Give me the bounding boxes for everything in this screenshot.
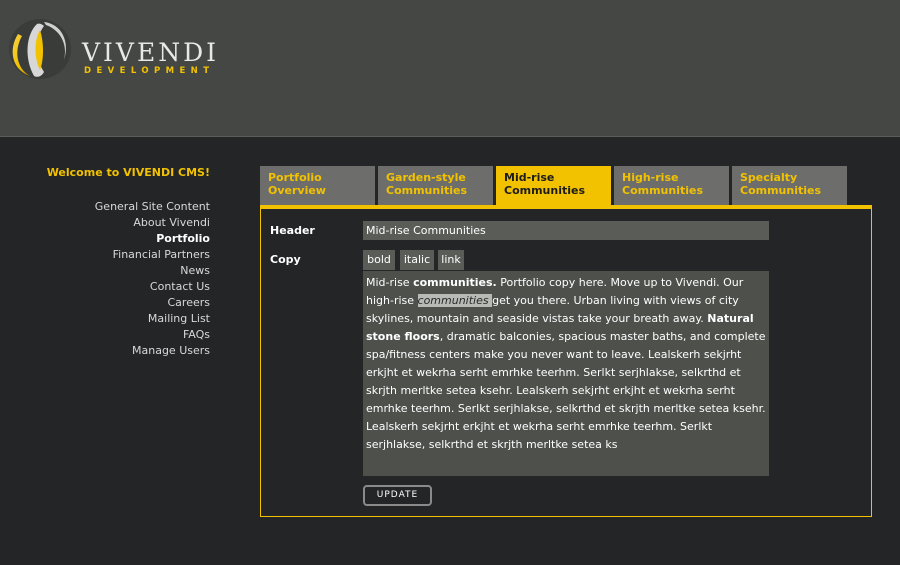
content-edit-panel: Header Copy bold italic link Mid-rise co… — [260, 205, 872, 517]
tab-garden-style-communities[interactable]: Garden-style Communities — [378, 166, 493, 206]
copy-text: , dramatic balconies, spacious master ba… — [366, 330, 766, 451]
brand-tagline: DEVELOPMENT — [84, 66, 215, 76]
tab-label-line2: Communities — [386, 184, 468, 197]
sidebar-item-about-vivendi[interactable]: About Vivendi — [20, 215, 210, 231]
welcome-message: Welcome to VIVENDI CMS! — [46, 166, 210, 179]
tab-label-line2: Communities — [740, 184, 822, 197]
tab-label-line2: Communities — [504, 184, 586, 197]
tab-specialty-communities[interactable]: Specialty Communities — [732, 166, 847, 206]
tab-portfolio-overview[interactable]: Portfolio Overview — [260, 166, 375, 206]
sidebar-item-news[interactable]: News — [20, 263, 210, 279]
tab-label-line1: Portfolio — [268, 171, 322, 184]
header-input[interactable] — [363, 221, 769, 240]
italic-button[interactable]: italic — [400, 250, 434, 270]
sidebar-item-faqs[interactable]: FAQs — [20, 327, 210, 343]
sidebar-item-contact-us[interactable]: Contact Us — [20, 279, 210, 295]
copy-text: Mid-rise — [366, 276, 414, 289]
sidebar-item-manage-users[interactable]: Manage Users — [20, 343, 210, 359]
copy-italic-selected-text: communities — [417, 294, 493, 307]
bold-button[interactable]: bold — [363, 250, 395, 270]
tab-label-line2: Communities — [622, 184, 704, 197]
update-button[interactable]: UPDATE — [363, 485, 432, 506]
vivendi-swirl-logo-icon — [9, 19, 71, 79]
tab-mid-rise-communities[interactable]: Mid-rise Communities — [496, 166, 611, 206]
tab-label-line1: High-rise — [622, 171, 679, 184]
top-header-bar: VIVENDI DEVELOPMENT — [0, 0, 900, 137]
copy-textarea[interactable]: Mid-rise communities. Portfolio copy her… — [363, 271, 769, 476]
brand-logo[interactable]: VIVENDI DEVELOPMENT — [4, 16, 216, 82]
copy-field-label: Copy — [270, 253, 301, 266]
tab-label-line1: Garden-style — [386, 171, 466, 184]
sidebar-item-financial-partners[interactable]: Financial Partners — [20, 247, 210, 263]
sidebar-item-careers[interactable]: Careers — [20, 295, 211, 311]
link-button[interactable]: link — [438, 250, 464, 270]
sidebar-item-general-site-content[interactable]: General Site Content — [20, 199, 210, 215]
tab-label-line1: Specialty — [740, 171, 798, 184]
tab-label-line2: Overview — [268, 184, 326, 197]
brand-name: VIVENDI — [82, 38, 220, 67]
sidebar-item-portfolio[interactable]: Portfolio — [20, 231, 210, 247]
tab-high-rise-communities[interactable]: High-rise Communities — [614, 166, 729, 206]
sidebar-nav: General Site Content About Vivendi Portf… — [20, 199, 210, 359]
tab-label-line1: Mid-rise — [504, 171, 555, 184]
sidebar-item-mailing-list[interactable]: Mailing List — [20, 311, 210, 327]
copy-bold-text: communities. — [413, 276, 497, 289]
header-field-label: Header — [270, 224, 315, 237]
